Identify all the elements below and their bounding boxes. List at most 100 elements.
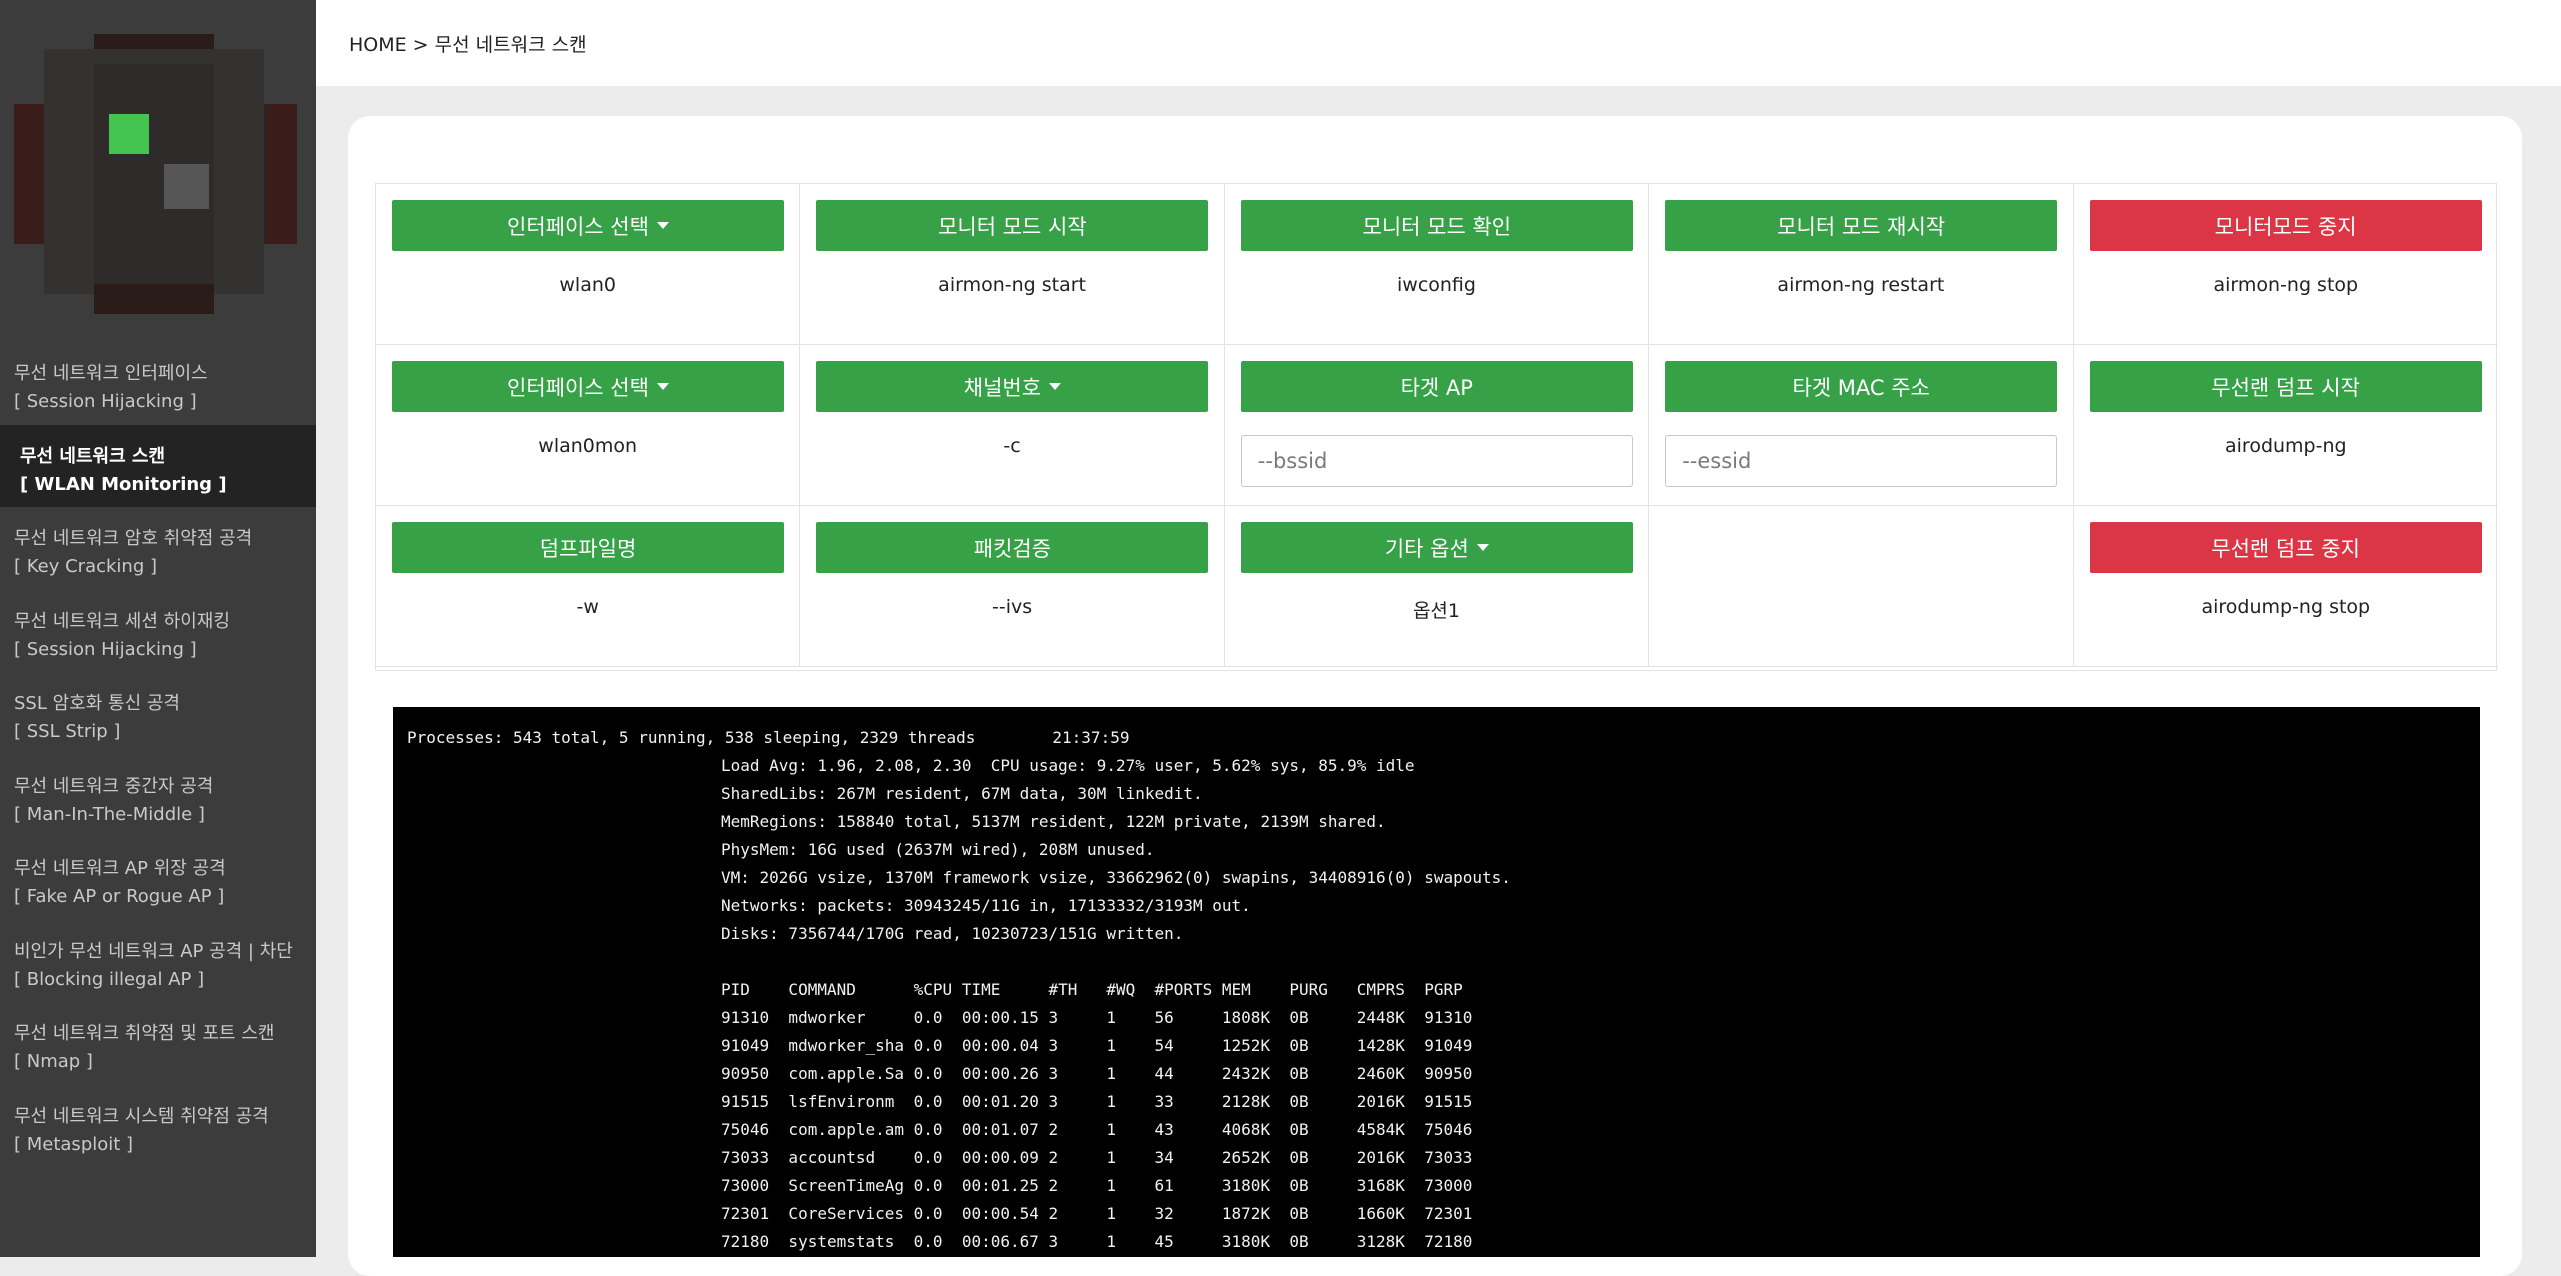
control-cell: 무선랜 덤프 시작 airodump-ng	[2073, 345, 2498, 506]
terminal-processes: 91310 mdworker 0.0 00:00.15 3 1 56 1808K…	[407, 1004, 2480, 1256]
sidebar-item-subtitle: [ SSL Strip ]	[14, 721, 121, 742]
sidebar-item[interactable]: SSL 암호화 통신 공격 [ SSL Strip ]	[0, 672, 316, 754]
action-button[interactable]: 타겟 MAC 주소	[1665, 361, 2058, 412]
button-label: 모니터 모드 확인	[1362, 214, 1512, 239]
terminal-stat-line: Networks: packets: 30943245/11G in, 1713…	[721, 896, 1251, 915]
bssid-input[interactable]	[1240, 435, 1633, 487]
command-value: iwconfig	[1397, 274, 1476, 296]
control-cell: 기타 옵션옵션1	[1224, 506, 1650, 667]
sidebar-item-subtitle: [ Metasploit ]	[14, 1133, 134, 1155]
terminal-stat-line: SharedLibs: 267M resident, 67M data, 30M…	[721, 784, 1203, 803]
logo-block	[14, 104, 44, 244]
action-button[interactable]: 타겟 AP	[1240, 361, 1633, 412]
sidebar-item-title: 무선 네트워크 AP 위장 공격	[14, 858, 226, 879]
essid-input[interactable]	[1665, 435, 2058, 487]
command-value: airmon-ng start	[938, 274, 1086, 296]
terminal-output: Processes: 543 total, 5 running, 538 sle…	[393, 707, 2480, 1257]
top-bar: HOME > 무선 네트워크 스캔	[316, 0, 2561, 86]
button-label: 덤프파일명	[539, 536, 637, 561]
caret-down-icon	[1476, 544, 1489, 551]
control-cell: 타겟 AP	[1224, 345, 1650, 506]
sidebar-item[interactable]: 무선 네트워크 시스템 취약점 공격 [ Metasploit ]	[0, 1085, 316, 1167]
action-button[interactable]: 덤프파일명	[392, 522, 784, 573]
button-label: 채널번호	[963, 375, 1042, 400]
control-cell: 무선랜 덤프 중지 airodump-ng stop	[2073, 506, 2498, 667]
sidebar-item[interactable]: 무선 네트워크 스캔 [ WLAN Monitoring ]	[0, 424, 316, 507]
button-label: 무선랜 덤프 시작	[2211, 375, 2360, 400]
terminal-stat-line: VM: 2026G vsize, 1370M framework vsize, …	[721, 868, 1511, 887]
command-value: -c	[1003, 435, 1021, 457]
sidebar-item[interactable]: 무선 네트워크 세션 하이재킹 [ Session Hijacking ]	[0, 590, 316, 672]
action-button[interactable]: 무선랜 덤프 중지	[2089, 522, 2482, 573]
sidebar-item-title: 무선 네트워크 스캔	[20, 445, 166, 467]
terminal-process-line: 91515 lsfEnvironm 0.0 00:01.20 3 1 33 21…	[721, 1092, 1473, 1111]
terminal-stat-line: Load Avg: 1.96, 2.08, 2.30 CPU usage: 9.…	[721, 756, 1415, 775]
sidebar-item-subtitle: [ WLAN Monitoring ]	[20, 473, 227, 495]
sidebar-item-subtitle: [ Session Hijacking ]	[14, 638, 197, 660]
dropdown-button[interactable]: 인터페이스 선택	[392, 200, 784, 251]
sidebar-item-title: 무선 네트워크 중간자 공격	[14, 775, 214, 797]
action-button[interactable]: 모니터 모드 확인	[1240, 200, 1633, 251]
sidebar-item[interactable]: 무선 네트워크 AP 위장 공격 [ Fake AP or Rogue AP ]	[0, 837, 316, 919]
control-cell: 모니터 모드 확인 iwconfig	[1224, 184, 1650, 345]
terminal-stat-line: MemRegions: 158840 total, 5137M resident…	[721, 812, 1386, 831]
button-label: 타겟 AP	[1400, 375, 1473, 400]
action-button[interactable]: 모니터 모드 시작	[816, 200, 1209, 251]
sidebar-item-subtitle: [ Blocking illegal AP ]	[14, 968, 205, 990]
action-button[interactable]: 무선랜 덤프 시작	[2089, 361, 2482, 412]
logo-green-pixel	[109, 114, 149, 154]
action-button[interactable]: 모니터 모드 재시작	[1665, 200, 2058, 251]
caret-down-icon	[1049, 383, 1062, 390]
sidebar-item[interactable]: 무선 네트워크 인터페이스 [ Session Hijacking ]	[0, 342, 316, 424]
command-value: --ivs	[992, 596, 1033, 618]
dropdown-button[interactable]: 기타 옵션	[1240, 522, 1633, 573]
control-cell: 덤프파일명 -w	[376, 506, 801, 667]
button-label: 패킷검증	[973, 536, 1052, 561]
terminal-process-line: 75046 com.apple.am 0.0 00:01.07 2 1 43 4…	[721, 1120, 1473, 1139]
terminal-process-line: 72301 CoreServices 0.0 00:00.54 2 1 32 1…	[721, 1204, 1473, 1223]
command-value: wlan0	[559, 274, 616, 296]
control-cell: 인터페이스 선택 wlan0	[376, 184, 801, 345]
logo-block	[267, 104, 297, 244]
dropdown-button[interactable]: 채널번호	[816, 361, 1209, 412]
sidebar-item-subtitle: [ Man-In-The-Middle ]	[14, 803, 205, 825]
command-value: 옵션1	[1412, 600, 1461, 622]
command-value: wlan0mon	[538, 435, 638, 457]
sidebar-item[interactable]: 무선 네트워크 중간자 공격 [ Man-In-The-Middle ]	[0, 755, 316, 837]
control-grid: 인터페이스 선택 wlan0 모니터 모드 시작 airmon-ng start 모니터…	[375, 183, 2498, 671]
button-label: 타겟 MAC 주소	[1792, 375, 1930, 400]
sidebar-item[interactable]: 무선 네트워크 취약점 및 포트 스캔 [ Nmap ]	[0, 1002, 316, 1084]
control-cell: 인터페이스 선택 wlan0mon	[376, 345, 801, 506]
button-label: 인터페이스 선택	[507, 375, 649, 400]
terminal-process-line: 72180 systemstats 0.0 00:06.67 3 1 45 31…	[721, 1232, 1473, 1251]
logo-block	[94, 284, 214, 314]
control-cell: 패킷검증 --ivs	[800, 506, 1225, 667]
terminal-stat-line: PhysMem: 16G used (2637M wired), 208M un…	[721, 840, 1155, 859]
action-button[interactable]: 모니터모드 중지	[2089, 200, 2482, 251]
sidebar-item-title: SSL 암호화 통신 공격	[14, 693, 180, 714]
caret-down-icon	[656, 222, 669, 229]
sidebar-item-subtitle: [ Fake AP or Rogue AP ]	[14, 886, 225, 907]
sidebar-item[interactable]: 비인가 무선 네트워크 AP 공격 | 차단 [ Blocking illegal…	[0, 920, 316, 1002]
button-label: 모니터 모드 시작	[938, 214, 1087, 239]
sidebar-item-title: 비인가 무선 네트워크 AP 공격 | 차단	[14, 940, 293, 962]
terminal-process-line: 91310 mdworker 0.0 00:00.15 3 1 56 1808K…	[721, 1008, 1473, 1027]
logo-block	[164, 164, 209, 209]
control-cell: 모니터 모드 재시작 airmon-ng restart	[1649, 184, 2074, 345]
sidebar-item-subtitle: [ Nmap ]	[14, 1051, 93, 1072]
control-cell: 모니터모드 중지 airmon-ng stop	[2073, 184, 2498, 345]
terminal-header-line: Processes: 543 total, 5 running, 538 sle…	[407, 728, 1130, 747]
terminal-process-line: 73000 ScreenTimeAg 0.0 00:01.25 2 1 61 3…	[721, 1176, 1473, 1195]
sidebar: 무선 네트워크 인터페이스[ Session Hijacking ] 무선 네트워…	[0, 0, 316, 1257]
command-value: -w	[576, 596, 599, 618]
control-cell: 모니터 모드 시작 airmon-ng start	[800, 184, 1225, 345]
control-cell: 채널번호 -c	[800, 345, 1225, 506]
button-label: 무선랜 덤프 중지	[2211, 536, 2360, 561]
terminal-stats: Load Avg: 1.96, 2.08, 2.30 CPU usage: 9.…	[407, 752, 2480, 948]
sidebar-item[interactable]: 무선 네트워크 암호 취약점 공격 [ Key Cracking ]	[0, 507, 316, 589]
dropdown-button[interactable]: 인터페이스 선택	[392, 361, 784, 412]
terminal-process-line: 90950 com.apple.Sa 0.0 00:00.26 3 1 44 2…	[721, 1064, 1473, 1083]
breadcrumb: HOME > 무선 네트워크 스캔	[349, 34, 587, 56]
action-button[interactable]: 패킷검증	[816, 522, 1209, 573]
sidebar-item-subtitle: [ Session Hijacking ]	[14, 391, 197, 412]
